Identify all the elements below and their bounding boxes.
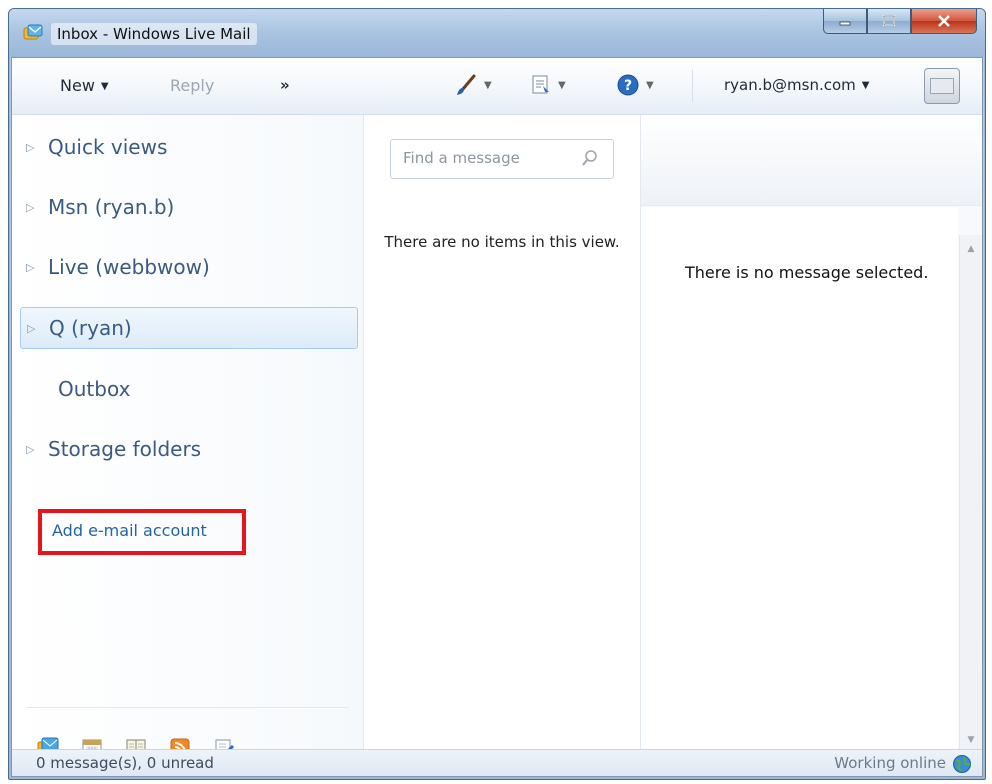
sidebar-item-storage-folders[interactable]: ▷ Storage folders <box>20 429 356 469</box>
chevron-down-icon: ▼ <box>646 79 654 91</box>
minimize-icon <box>839 21 851 26</box>
chevron-down-icon: ▼ <box>861 80 870 91</box>
client-area: New ▼ Reply » ▼ ▼ ? ▼ ryan.b@msn.com ▼ ▷ Qu… <box>11 57 983 777</box>
layout-button[interactable]: ▼ <box>530 72 566 98</box>
chevron-down-icon: ▼ <box>484 79 492 91</box>
maximize-icon <box>883 15 895 26</box>
add-email-account-link[interactable]: Add e-mail account <box>52 521 207 540</box>
sidebar-divider <box>26 707 349 708</box>
globe-icon[interactable] <box>952 754 972 778</box>
window-controls <box>823 9 977 35</box>
close-icon <box>938 15 950 27</box>
message-list-pane: There are no items in this view. <box>364 115 641 750</box>
expand-arrow-icon: ▷ <box>26 140 35 154</box>
help-button[interactable]: ? ▼ <box>616 72 654 98</box>
no-message-text: There is no message selected. <box>685 263 929 282</box>
avatar[interactable] <box>924 68 960 104</box>
search-box[interactable] <box>390 139 614 179</box>
folder-pane: ▷ Quick views ▷ Msn (ryan.b) ▷ Live (webbwo… <box>12 115 364 758</box>
sidebar-item-label: Storage folders <box>48 437 202 461</box>
avatar-picture <box>930 78 954 94</box>
reading-pane-scrollbar[interactable]: ▲ ▼ <box>959 235 982 750</box>
chevron-down-icon: ▼ <box>100 81 109 92</box>
sidebar-item-q[interactable]: ▷ Q (ryan) <box>20 307 358 349</box>
expand-arrow-icon: ▷ <box>26 200 35 214</box>
account-label: ryan.b@msn.com <box>724 76 856 94</box>
reading-pane: There is no message selected. ▲ ▼ <box>641 115 982 750</box>
paintbrush-icon <box>457 74 476 95</box>
reply-button[interactable]: Reply <box>170 76 214 95</box>
expand-arrow-icon: ▷ <box>26 442 35 456</box>
layout-icon <box>532 75 549 94</box>
sidebar-item-label: Quick views <box>48 135 168 159</box>
sidebar-item-outbox[interactable]: Outbox <box>28 369 394 409</box>
scroll-down-icon[interactable]: ▼ <box>960 730 982 750</box>
search-icon[interactable] <box>581 149 599 171</box>
message-count-status: 0 message(s), 0 unread <box>36 754 214 772</box>
scroll-up-icon[interactable]: ▲ <box>960 239 982 259</box>
paintbrush-button[interactable]: ▼ <box>454 72 492 98</box>
sidebar-item-label: Q (ryan) <box>49 316 132 340</box>
add-account-highlight: Add e-mail account <box>38 509 246 555</box>
expand-arrow-icon: ▷ <box>27 321 36 335</box>
window-title: Inbox - Windows Live Mail <box>51 23 257 45</box>
sidebar-item-label: Msn (ryan.b) <box>48 195 175 219</box>
reading-pane-header <box>641 115 982 206</box>
status-bar: 0 message(s), 0 unread Working online <box>12 749 982 776</box>
windows-live-mail-icon <box>23 24 43 42</box>
empty-list-message: There are no items in this view. <box>384 233 620 251</box>
expand-arrow-icon: ▷ <box>26 260 35 274</box>
connection-status: Working online <box>834 754 946 772</box>
more-commands-button[interactable]: » <box>280 76 290 94</box>
svg-text:?: ? <box>624 78 632 94</box>
account-menu[interactable]: ryan.b@msn.com ▼ <box>724 76 869 94</box>
search-input[interactable] <box>401 148 575 168</box>
sidebar-item-quick-views[interactable]: ▷ Quick views <box>20 127 356 167</box>
close-button[interactable] <box>911 9 977 34</box>
help-icon: ? <box>617 74 639 96</box>
new-button[interactable]: New ▼ <box>60 76 109 95</box>
sidebar-item-msn[interactable]: ▷ Msn (ryan.b) <box>20 187 356 227</box>
sidebar-item-live[interactable]: ▷ Live (webbwow) <box>20 247 356 287</box>
title-bar[interactable]: Inbox - Windows Live Mail <box>9 9 985 57</box>
reading-pane-body: There is no message selected. <box>641 207 958 750</box>
sidebar-item-label: Outbox <box>58 377 131 401</box>
app-window: Inbox - Windows Live Mail New ▼ Reply » ▼ <box>8 8 986 780</box>
toolbar: New ▼ Reply » ▼ ▼ ? ▼ ryan.b@msn.com ▼ <box>12 58 982 115</box>
chevron-down-icon: ▼ <box>558 79 566 91</box>
minimize-button[interactable] <box>823 9 867 34</box>
toolbar-separator <box>692 70 693 102</box>
maximize-button[interactable] <box>867 9 911 34</box>
new-label: New <box>60 76 95 95</box>
sidebar-item-label: Live (webbwow) <box>48 255 210 279</box>
